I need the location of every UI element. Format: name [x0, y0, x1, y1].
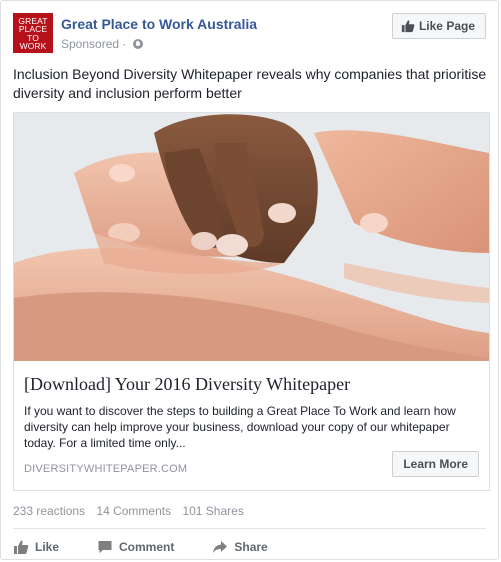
- like-page-label: Like Page: [418, 19, 475, 33]
- sponsored-label[interactable]: Sponsored: [61, 37, 119, 51]
- comment-button[interactable]: Comment: [97, 539, 174, 555]
- ad-post-card: Great Place to Work Great Place to Work …: [0, 0, 499, 560]
- link-title[interactable]: [Download] Your 2016 Diversity Whitepape…: [24, 373, 479, 395]
- post-actions: Like Comment Share: [13, 536, 486, 558]
- post-header: Great Place to Work Great Place to Work …: [13, 13, 486, 55]
- engagement-stats: 233 reactions 14 Comments 101 Shares: [13, 504, 252, 518]
- sponsored-meta: Sponsored ·: [61, 37, 143, 51]
- hero-image[interactable]: [14, 113, 489, 361]
- page-logo[interactable]: Great Place to Work: [13, 13, 53, 53]
- like-button[interactable]: Like: [13, 539, 59, 555]
- link-attachment[interactable]: [Download] Your 2016 Diversity Whitepape…: [13, 112, 490, 491]
- comment-label: Comment: [119, 540, 175, 554]
- thumbs-up-icon: [14, 540, 29, 554]
- shares-count[interactable]: 101 Shares: [182, 504, 243, 518]
- share-button[interactable]: Share: [212, 539, 268, 555]
- like-label: Like: [35, 540, 60, 554]
- page-name-link[interactable]: Great Place to Work Australia: [61, 16, 257, 32]
- stacked-hands-image: [14, 113, 489, 361]
- post-text: Inclusion Beyond Diversity Whitepaper re…: [13, 66, 487, 101]
- share-label: Share: [234, 540, 268, 554]
- reactions-count[interactable]: 233 reactions: [13, 504, 85, 518]
- learn-more-button[interactable]: Learn More: [392, 451, 479, 477]
- logo-line-4: Work: [19, 41, 47, 52]
- link-description: If you want to discover the steps to bui…: [24, 404, 456, 450]
- globe-icon: [132, 39, 143, 49]
- like-page-button[interactable]: Like Page: [391, 13, 486, 39]
- share-arrow-icon: [213, 541, 228, 553]
- comments-count[interactable]: 14 Comments: [96, 504, 171, 518]
- action-divider: [13, 528, 486, 529]
- thumbs-up-icon: [401, 20, 415, 33]
- link-domain: DIVERSITYWHITEPAPER.COM: [24, 463, 188, 475]
- meta-separator: ·: [122, 37, 127, 51]
- comment-icon: [98, 541, 112, 553]
- link-info: [Download] Your 2016 Diversity Whitepape…: [24, 373, 479, 451]
